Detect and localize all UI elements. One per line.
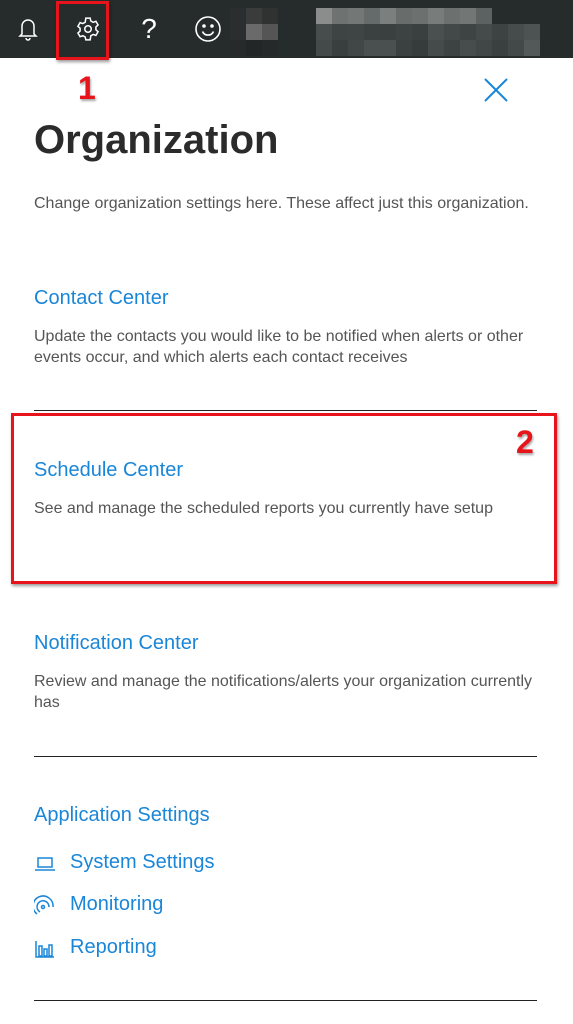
- page-description: Change organization settings here. These…: [34, 195, 529, 212]
- reporting-link[interactable]: Reporting: [34, 936, 157, 959]
- reporting-label: Reporting: [70, 936, 157, 958]
- annotation-number-1: 1: [78, 70, 96, 106]
- divider: [34, 756, 537, 757]
- divider: [34, 1000, 537, 1001]
- contact-center-description: Update the contacts you would like to be…: [34, 328, 524, 366]
- contact-center-link[interactable]: Contact Center: [34, 287, 169, 310]
- divider: [34, 410, 537, 411]
- laptop-icon: [35, 856, 55, 871]
- monitoring-link[interactable]: Monitoring: [34, 893, 163, 916]
- close-button[interactable]: [482, 76, 510, 104]
- annotation-box-1: [56, 1, 109, 60]
- system-settings-link[interactable]: System Settings: [34, 851, 215, 874]
- system-settings-label: System Settings: [70, 851, 215, 873]
- redacted-avatar: [230, 8, 278, 58]
- page-title: Organization: [34, 118, 279, 162]
- signal-icon: [34, 894, 54, 915]
- application-settings-link[interactable]: Application Settings: [34, 804, 210, 827]
- bar-chart-icon: [35, 940, 54, 958]
- bell-icon[interactable]: [13, 14, 43, 44]
- schedule-center-link[interactable]: Schedule Center: [34, 459, 183, 482]
- schedule-center-description: See and manage the scheduled reports you…: [34, 500, 493, 517]
- smiley-icon[interactable]: [193, 14, 223, 44]
- notification-center-link[interactable]: Notification Center: [34, 632, 199, 655]
- redacted-user-name: [316, 8, 556, 58]
- annotation-number-2: 2: [516, 424, 534, 460]
- help-icon[interactable]: ?: [134, 13, 164, 44]
- monitoring-label: Monitoring: [70, 893, 164, 915]
- notification-center-description: Review and manage the notifications/aler…: [34, 673, 533, 711]
- close-icon: [484, 78, 508, 102]
